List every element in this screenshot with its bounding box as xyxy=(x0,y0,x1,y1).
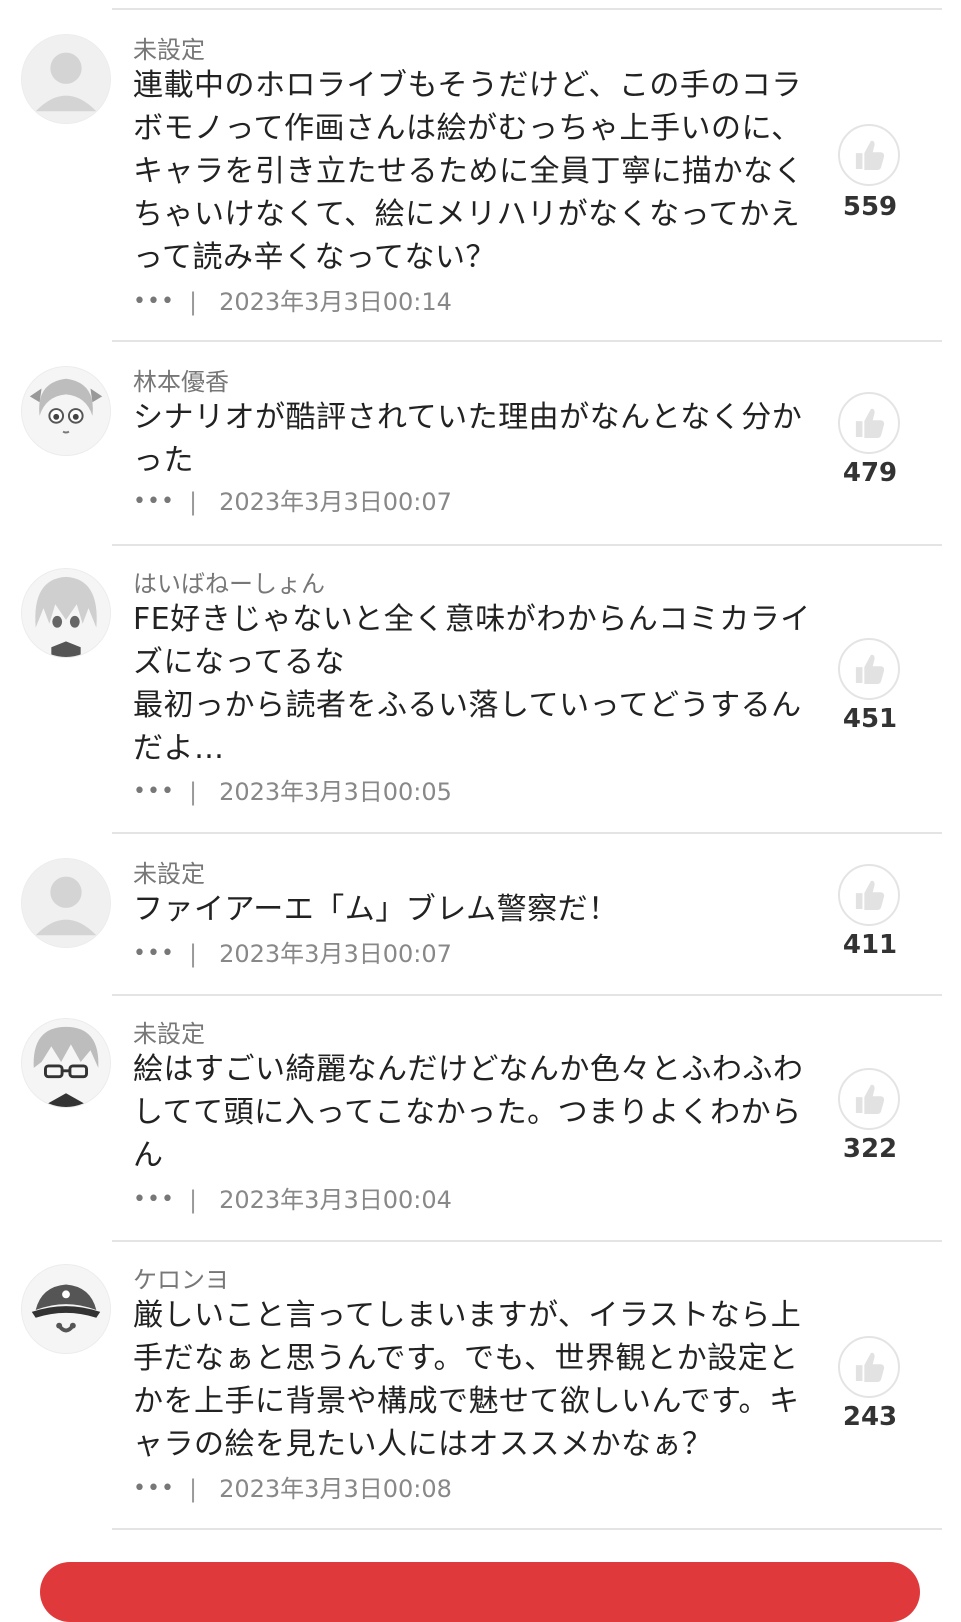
username[interactable]: 未設定 xyxy=(133,858,205,890)
comment-text: 絵はすごい綺麗なんだけどなんか色々とふわふわ してて頭に入ってこなかった。つまり… xyxy=(133,1052,804,1173)
divider xyxy=(112,832,942,834)
manga-glasses-avatar[interactable] xyxy=(21,1018,111,1108)
thumbs-up-icon[interactable] xyxy=(838,392,900,454)
username[interactable]: ケロンヨ xyxy=(133,1264,229,1296)
username[interactable]: 未設定 xyxy=(133,1018,205,1050)
comment-text: 連載中のホロライブもそうだけど、この手のコラ ボモノって作画さんは絵がむっちゃ上… xyxy=(133,68,804,275)
more-options-icon[interactable]: ••• xyxy=(133,938,174,970)
divider xyxy=(112,1528,942,1530)
more-options-icon[interactable]: ••• xyxy=(133,1184,174,1216)
thumbs-up-icon[interactable] xyxy=(838,864,900,926)
divider xyxy=(112,1240,942,1242)
comment-text: FE好きじゃないと全く意味がわからんコミカライ ズになってるな 最初っから読者を… xyxy=(133,602,811,766)
comment-text: 厳しいこと言ってしまいますが、イラストなら上 手だなぁと思うんです。でも、世界観… xyxy=(133,1298,802,1462)
thumbs-up-icon[interactable] xyxy=(838,1336,900,1398)
timestamp: 2023年3月3日00:07 xyxy=(219,488,452,516)
separator: | xyxy=(189,1475,198,1503)
comment-text: シナリオが酷評されていた理由がなんとなく分か った xyxy=(133,400,803,478)
comment-meta: ••• | 2023年3月3日00:08 xyxy=(133,1473,452,1505)
divider xyxy=(112,544,942,546)
bottom-action-bar[interactable] xyxy=(40,1562,920,1622)
separator: | xyxy=(189,1186,198,1214)
like-count: 559 xyxy=(842,192,898,222)
divider xyxy=(112,994,942,996)
comment-meta: ••• | 2023年3月3日00:14 xyxy=(133,286,452,318)
timestamp: 2023年3月3日00:04 xyxy=(219,1186,452,1214)
divider xyxy=(112,340,942,342)
separator: | xyxy=(189,288,198,316)
manga-character-avatar[interactable] xyxy=(21,568,111,658)
more-options-icon[interactable]: ••• xyxy=(133,486,174,518)
like-count: 322 xyxy=(842,1134,898,1164)
like-count: 479 xyxy=(842,458,898,488)
comment-meta: ••• | 2023年3月3日00:07 xyxy=(133,486,452,518)
more-options-icon[interactable]: ••• xyxy=(133,1473,174,1505)
username[interactable]: 未設定 xyxy=(133,34,205,66)
pirate-hat-avatar[interactable] xyxy=(21,1264,111,1354)
default-avatar-icon[interactable] xyxy=(21,34,111,124)
comment-meta: ••• | 2023年3月3日00:07 xyxy=(133,938,452,970)
timestamp: 2023年3月3日00:08 xyxy=(219,1475,452,1503)
comment-meta: ••• | 2023年3月3日00:05 xyxy=(133,776,452,808)
more-options-icon[interactable]: ••• xyxy=(133,776,174,808)
timestamp: 2023年3月3日00:14 xyxy=(219,288,452,316)
manga-girl-avatar[interactable] xyxy=(21,366,111,456)
timestamp: 2023年3月3日00:05 xyxy=(219,778,452,806)
divider xyxy=(112,8,942,10)
timestamp: 2023年3月3日00:07 xyxy=(219,940,452,968)
default-avatar-icon[interactable] xyxy=(21,858,111,948)
comment-text: ファイアーエ「ム」ブレム警察だ！ xyxy=(133,892,619,927)
like-count: 411 xyxy=(842,930,898,960)
thumbs-up-icon[interactable] xyxy=(838,1068,900,1130)
separator: | xyxy=(189,778,198,806)
thumbs-up-icon[interactable] xyxy=(838,638,900,700)
separator: | xyxy=(189,488,198,516)
username[interactable]: 林本優香 xyxy=(133,366,229,398)
like-count: 451 xyxy=(842,704,898,734)
thumbs-up-icon[interactable] xyxy=(838,124,900,186)
more-options-icon[interactable]: ••• xyxy=(133,286,174,318)
username[interactable]: はいばねーしょん xyxy=(133,568,325,600)
separator: | xyxy=(189,940,198,968)
like-count: 243 xyxy=(842,1402,898,1432)
comment-meta: ••• | 2023年3月3日00:04 xyxy=(133,1184,452,1216)
